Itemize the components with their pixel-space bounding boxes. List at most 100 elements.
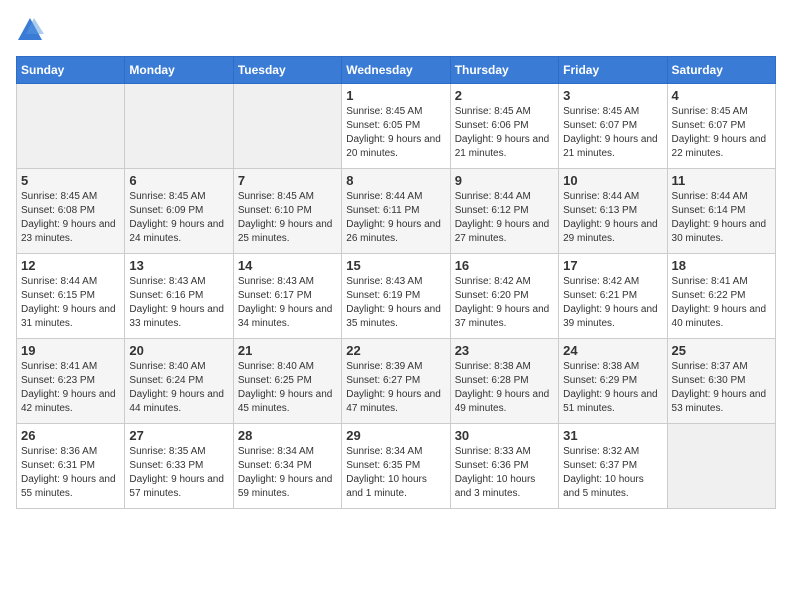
day-info: Sunrise: 8:45 AM Sunset: 6:08 PM Dayligh…	[21, 190, 120, 246]
day-number: 27	[129, 428, 228, 443]
day-info: Sunrise: 8:38 AM Sunset: 6:29 PM Dayligh…	[563, 360, 662, 416]
day-info: Sunrise: 8:40 AM Sunset: 6:25 PM Dayligh…	[238, 360, 337, 416]
calendar-cell: 23 Sunrise: 8:38 AM Sunset: 6:28 PM Dayli…	[450, 339, 558, 424]
day-number: 7	[238, 173, 337, 188]
day-info: Sunrise: 8:41 AM Sunset: 6:23 PM Dayligh…	[21, 360, 120, 416]
day-number: 19	[21, 343, 120, 358]
day-number: 24	[563, 343, 662, 358]
day-info: Sunrise: 8:35 AM Sunset: 6:33 PM Dayligh…	[129, 445, 228, 501]
weekday-header-row: SundayMondayTuesdayWednesdayThursdayFrid…	[17, 57, 776, 84]
day-info: Sunrise: 8:34 AM Sunset: 6:35 PM Dayligh…	[346, 445, 445, 501]
day-number: 31	[563, 428, 662, 443]
calendar-cell: 20 Sunrise: 8:40 AM Sunset: 6:24 PM Dayli…	[125, 339, 233, 424]
calendar-cell: 3 Sunrise: 8:45 AM Sunset: 6:07 PM Daylig…	[559, 84, 667, 169]
weekday-wednesday: Wednesday	[342, 57, 450, 84]
weekday-saturday: Saturday	[667, 57, 775, 84]
calendar-cell: 18 Sunrise: 8:41 AM Sunset: 6:22 PM Dayli…	[667, 254, 775, 339]
calendar-cell: 30 Sunrise: 8:33 AM Sunset: 6:36 PM Dayli…	[450, 424, 558, 509]
calendar-cell: 29Sunrise: 8:34 AM Sunset: 6:35 PM Dayli…	[342, 424, 450, 509]
day-info: Sunrise: 8:39 AM Sunset: 6:27 PM Dayligh…	[346, 360, 445, 416]
calendar-cell: 10 Sunrise: 8:44 AM Sunset: 6:13 PM Dayli…	[559, 169, 667, 254]
day-info: Sunrise: 8:45 AM Sunset: 6:10 PM Dayligh…	[238, 190, 337, 246]
calendar-cell: 17Sunrise: 8:42 AM Sunset: 6:21 PM Dayli…	[559, 254, 667, 339]
day-number: 20	[129, 343, 228, 358]
week-row-1: 1Sunrise: 8:45 AM Sunset: 6:05 PM Daylig…	[17, 84, 776, 169]
day-info: Sunrise: 8:44 AM Sunset: 6:11 PM Dayligh…	[346, 190, 445, 246]
calendar-cell: 14Sunrise: 8:43 AM Sunset: 6:17 PM Dayli…	[233, 254, 341, 339]
day-info: Sunrise: 8:43 AM Sunset: 6:16 PM Dayligh…	[129, 275, 228, 331]
day-number: 22	[346, 343, 445, 358]
day-info: Sunrise: 8:41 AM Sunset: 6:22 PM Dayligh…	[672, 275, 771, 331]
day-info: Sunrise: 8:45 AM Sunset: 6:05 PM Dayligh…	[346, 105, 445, 161]
weekday-monday: Monday	[125, 57, 233, 84]
day-info: Sunrise: 8:32 AM Sunset: 6:37 PM Dayligh…	[563, 445, 662, 501]
day-number: 23	[455, 343, 554, 358]
calendar-cell: 5 Sunrise: 8:45 AM Sunset: 6:08 PM Daylig…	[17, 169, 125, 254]
calendar-cell: 4Sunrise: 8:45 AM Sunset: 6:07 PM Daylig…	[667, 84, 775, 169]
day-info: Sunrise: 8:40 AM Sunset: 6:24 PM Dayligh…	[129, 360, 228, 416]
day-info: Sunrise: 8:45 AM Sunset: 6:07 PM Dayligh…	[563, 105, 662, 161]
day-number: 16	[455, 258, 554, 273]
logo-icon	[16, 16, 44, 44]
calendar-cell: 31 Sunrise: 8:32 AM Sunset: 6:37 PM Dayli…	[559, 424, 667, 509]
day-number: 15	[346, 258, 445, 273]
day-number: 13	[129, 258, 228, 273]
calendar-cell: 16Sunrise: 8:42 AM Sunset: 6:20 PM Dayli…	[450, 254, 558, 339]
day-number: 4	[672, 88, 771, 103]
day-info: Sunrise: 8:33 AM Sunset: 6:36 PM Dayligh…	[455, 445, 554, 501]
day-info: Sunrise: 8:44 AM Sunset: 6:13 PM Dayligh…	[563, 190, 662, 246]
calendar-cell: 24 Sunrise: 8:38 AM Sunset: 6:29 PM Dayli…	[559, 339, 667, 424]
day-number: 2	[455, 88, 554, 103]
day-number: 21	[238, 343, 337, 358]
day-info: Sunrise: 8:37 AM Sunset: 6:30 PM Dayligh…	[672, 360, 771, 416]
weekday-thursday: Thursday	[450, 57, 558, 84]
calendar-cell: 7 Sunrise: 8:45 AM Sunset: 6:10 PM Daylig…	[233, 169, 341, 254]
calendar-cell	[667, 424, 775, 509]
day-number: 17	[563, 258, 662, 273]
day-number: 11	[672, 173, 771, 188]
day-info: Sunrise: 8:36 AM Sunset: 6:31 PM Dayligh…	[21, 445, 120, 501]
day-number: 8	[346, 173, 445, 188]
calendar-cell	[233, 84, 341, 169]
day-info: Sunrise: 8:45 AM Sunset: 6:06 PM Dayligh…	[455, 105, 554, 161]
calendar-cell: 12Sunrise: 8:44 AM Sunset: 6:15 PM Dayli…	[17, 254, 125, 339]
calendar-cell: 25 Sunrise: 8:37 AM Sunset: 6:30 PM Dayli…	[667, 339, 775, 424]
day-info: Sunrise: 8:45 AM Sunset: 6:09 PM Dayligh…	[129, 190, 228, 246]
day-number: 6	[129, 173, 228, 188]
calendar-cell: 28 Sunrise: 8:34 AM Sunset: 6:34 PM Dayli…	[233, 424, 341, 509]
calendar-cell: 9 Sunrise: 8:44 AM Sunset: 6:12 PM Daylig…	[450, 169, 558, 254]
day-number: 28	[238, 428, 337, 443]
day-number: 10	[563, 173, 662, 188]
calendar-body: 1Sunrise: 8:45 AM Sunset: 6:05 PM Daylig…	[17, 84, 776, 509]
calendar-cell: 6 Sunrise: 8:45 AM Sunset: 6:09 PM Daylig…	[125, 169, 233, 254]
day-number: 30	[455, 428, 554, 443]
weekday-friday: Friday	[559, 57, 667, 84]
calendar-cell: 15Sunrise: 8:43 AM Sunset: 6:19 PM Dayli…	[342, 254, 450, 339]
calendar-cell	[125, 84, 233, 169]
page-header	[16, 16, 776, 44]
week-row-5: 26 Sunrise: 8:36 AM Sunset: 6:31 PM Dayli…	[17, 424, 776, 509]
week-row-4: 19 Sunrise: 8:41 AM Sunset: 6:23 PM Dayli…	[17, 339, 776, 424]
calendar-cell: 26 Sunrise: 8:36 AM Sunset: 6:31 PM Dayli…	[17, 424, 125, 509]
day-number: 3	[563, 88, 662, 103]
day-number: 18	[672, 258, 771, 273]
day-info: Sunrise: 8:44 AM Sunset: 6:14 PM Dayligh…	[672, 190, 771, 246]
calendar-table: SundayMondayTuesdayWednesdayThursdayFrid…	[16, 56, 776, 509]
calendar-cell: 1Sunrise: 8:45 AM Sunset: 6:05 PM Daylig…	[342, 84, 450, 169]
day-info: Sunrise: 8:34 AM Sunset: 6:34 PM Dayligh…	[238, 445, 337, 501]
calendar-cell: 11 Sunrise: 8:44 AM Sunset: 6:14 PM Dayli…	[667, 169, 775, 254]
calendar-cell: 21 Sunrise: 8:40 AM Sunset: 6:25 PM Dayli…	[233, 339, 341, 424]
calendar-cell: 22 Sunrise: 8:39 AM Sunset: 6:27 PM Dayli…	[342, 339, 450, 424]
week-row-2: 5 Sunrise: 8:45 AM Sunset: 6:08 PM Daylig…	[17, 169, 776, 254]
day-number: 9	[455, 173, 554, 188]
day-number: 25	[672, 343, 771, 358]
day-info: Sunrise: 8:38 AM Sunset: 6:28 PM Dayligh…	[455, 360, 554, 416]
day-info: Sunrise: 8:44 AM Sunset: 6:12 PM Dayligh…	[455, 190, 554, 246]
day-number: 12	[21, 258, 120, 273]
week-row-3: 12Sunrise: 8:44 AM Sunset: 6:15 PM Dayli…	[17, 254, 776, 339]
day-number: 26	[21, 428, 120, 443]
day-number: 5	[21, 173, 120, 188]
calendar-cell: 19 Sunrise: 8:41 AM Sunset: 6:23 PM Dayli…	[17, 339, 125, 424]
calendar-cell: 27 Sunrise: 8:35 AM Sunset: 6:33 PM Dayli…	[125, 424, 233, 509]
weekday-sunday: Sunday	[17, 57, 125, 84]
